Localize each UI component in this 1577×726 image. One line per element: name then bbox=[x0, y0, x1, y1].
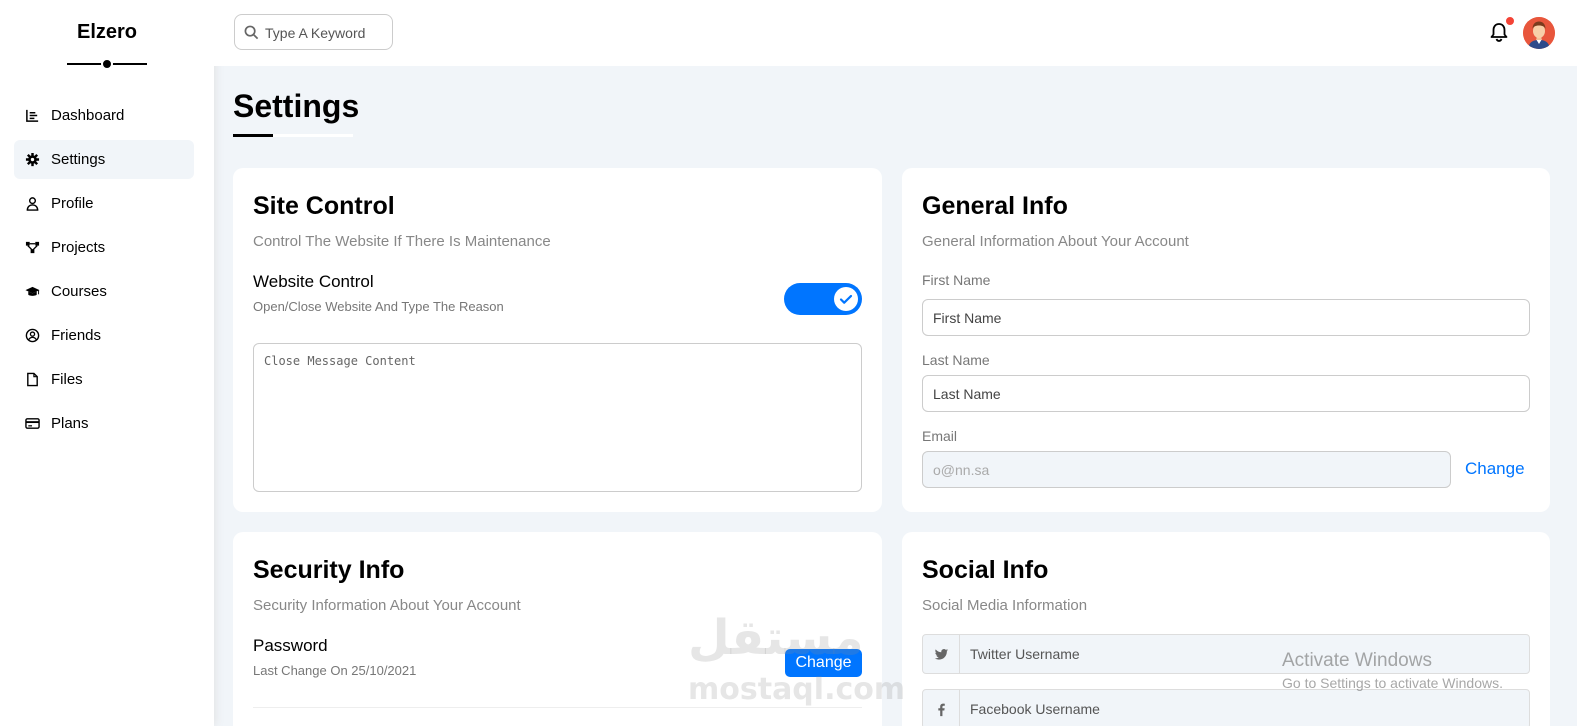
website-control-description: Open/Close Website And Type The Reason bbox=[253, 299, 504, 314]
panel-title: Social Info bbox=[922, 556, 1049, 584]
email-field bbox=[922, 451, 1451, 488]
panel-title: Security Info bbox=[253, 556, 405, 584]
twitter-username-input[interactable] bbox=[960, 635, 1529, 673]
panel-subtitle: Security Information About Your Account bbox=[253, 597, 521, 614]
check-icon bbox=[839, 294, 853, 304]
sidebar-item-dashboard[interactable]: Dashboard bbox=[14, 96, 194, 135]
sidebar: Elzero Dashboard Settings Profile Projec… bbox=[0, 0, 214, 726]
notification-badge bbox=[1505, 16, 1515, 26]
site-control-panel: Site Control Control The Website If Ther… bbox=[233, 168, 882, 512]
sidebar-item-label: Files bbox=[51, 371, 83, 388]
panel-title: Site Control bbox=[253, 192, 395, 220]
sidebar-item-label: Courses bbox=[51, 283, 107, 300]
sidebar-item-label: Friends bbox=[51, 327, 102, 344]
chart-icon bbox=[24, 108, 40, 124]
facebook-icon bbox=[923, 690, 960, 726]
first-name-field[interactable] bbox=[922, 299, 1530, 336]
password-label: Password bbox=[253, 636, 328, 655]
divider bbox=[253, 707, 862, 708]
website-control-label: Website Control bbox=[253, 272, 374, 291]
twitter-icon bbox=[923, 635, 960, 673]
credit-card-icon bbox=[24, 416, 40, 432]
last-name-label: Last Name bbox=[922, 352, 990, 368]
sidebar-item-label: Plans bbox=[51, 415, 89, 432]
sidebar-item-settings[interactable]: Settings bbox=[14, 140, 194, 179]
diagram-icon bbox=[24, 240, 40, 256]
sidebar-item-label: Profile bbox=[51, 195, 94, 212]
page-title: Settings bbox=[233, 88, 360, 124]
toggle-knob bbox=[834, 287, 858, 311]
sidebar-item-courses[interactable]: Courses bbox=[14, 272, 194, 311]
panel-title: General Info bbox=[922, 192, 1068, 220]
search-box[interactable] bbox=[234, 14, 393, 50]
sidebar-item-label: Dashboard bbox=[51, 107, 125, 124]
brand-mark bbox=[67, 58, 147, 70]
panel-subtitle: Social Media Information bbox=[922, 597, 1088, 614]
last-name-field[interactable] bbox=[922, 375, 1530, 412]
avatar[interactable] bbox=[1523, 17, 1555, 49]
sidebar-item-projects[interactable]: Projects bbox=[14, 228, 194, 267]
top-header bbox=[214, 0, 1577, 66]
search-input[interactable] bbox=[265, 23, 385, 43]
user-circle-icon bbox=[24, 328, 40, 344]
sidebar-item-plans[interactable]: Plans bbox=[14, 404, 194, 443]
sidebar-item-label: Settings bbox=[51, 151, 106, 168]
sidebar-nav: Dashboard Settings Profile Projects Cour… bbox=[0, 96, 214, 443]
email-change-link[interactable]: Change bbox=[1465, 459, 1525, 479]
search-icon bbox=[244, 25, 259, 40]
sidebar-item-friends[interactable]: Friends bbox=[14, 316, 194, 355]
password-last-change: Last Change On 25/10/2021 bbox=[253, 663, 417, 678]
general-info-panel: General Info General Information About Y… bbox=[902, 168, 1550, 512]
panel-subtitle: General Information About Your Account bbox=[922, 233, 1189, 250]
email-label: Email bbox=[922, 428, 958, 444]
first-name-label: First Name bbox=[922, 272, 991, 288]
facebook-username-input[interactable] bbox=[960, 690, 1529, 726]
password-change-button[interactable]: Change bbox=[785, 649, 862, 677]
social-info-panel: Social Info Social Media Information bbox=[902, 532, 1550, 726]
facebook-field-row bbox=[922, 689, 1530, 726]
graduation-cap-icon bbox=[24, 284, 40, 300]
twitter-field-row bbox=[922, 634, 1530, 674]
sidebar-item-profile[interactable]: Profile bbox=[14, 184, 194, 223]
close-message-textarea[interactable] bbox=[253, 343, 862, 492]
sidebar-item-label: Projects bbox=[51, 239, 106, 256]
file-icon bbox=[24, 372, 40, 388]
gear-icon bbox=[24, 152, 40, 168]
website-control-toggle[interactable] bbox=[784, 283, 862, 315]
sidebar-item-files[interactable]: Files bbox=[14, 360, 194, 399]
security-info-panel: Security Info Security Information About… bbox=[233, 532, 882, 726]
title-underline-accent bbox=[233, 134, 273, 137]
panel-subtitle: Control The Website If There Is Maintena… bbox=[253, 233, 551, 250]
user-icon bbox=[24, 196, 40, 212]
brand-name: Elzero bbox=[76, 21, 138, 43]
